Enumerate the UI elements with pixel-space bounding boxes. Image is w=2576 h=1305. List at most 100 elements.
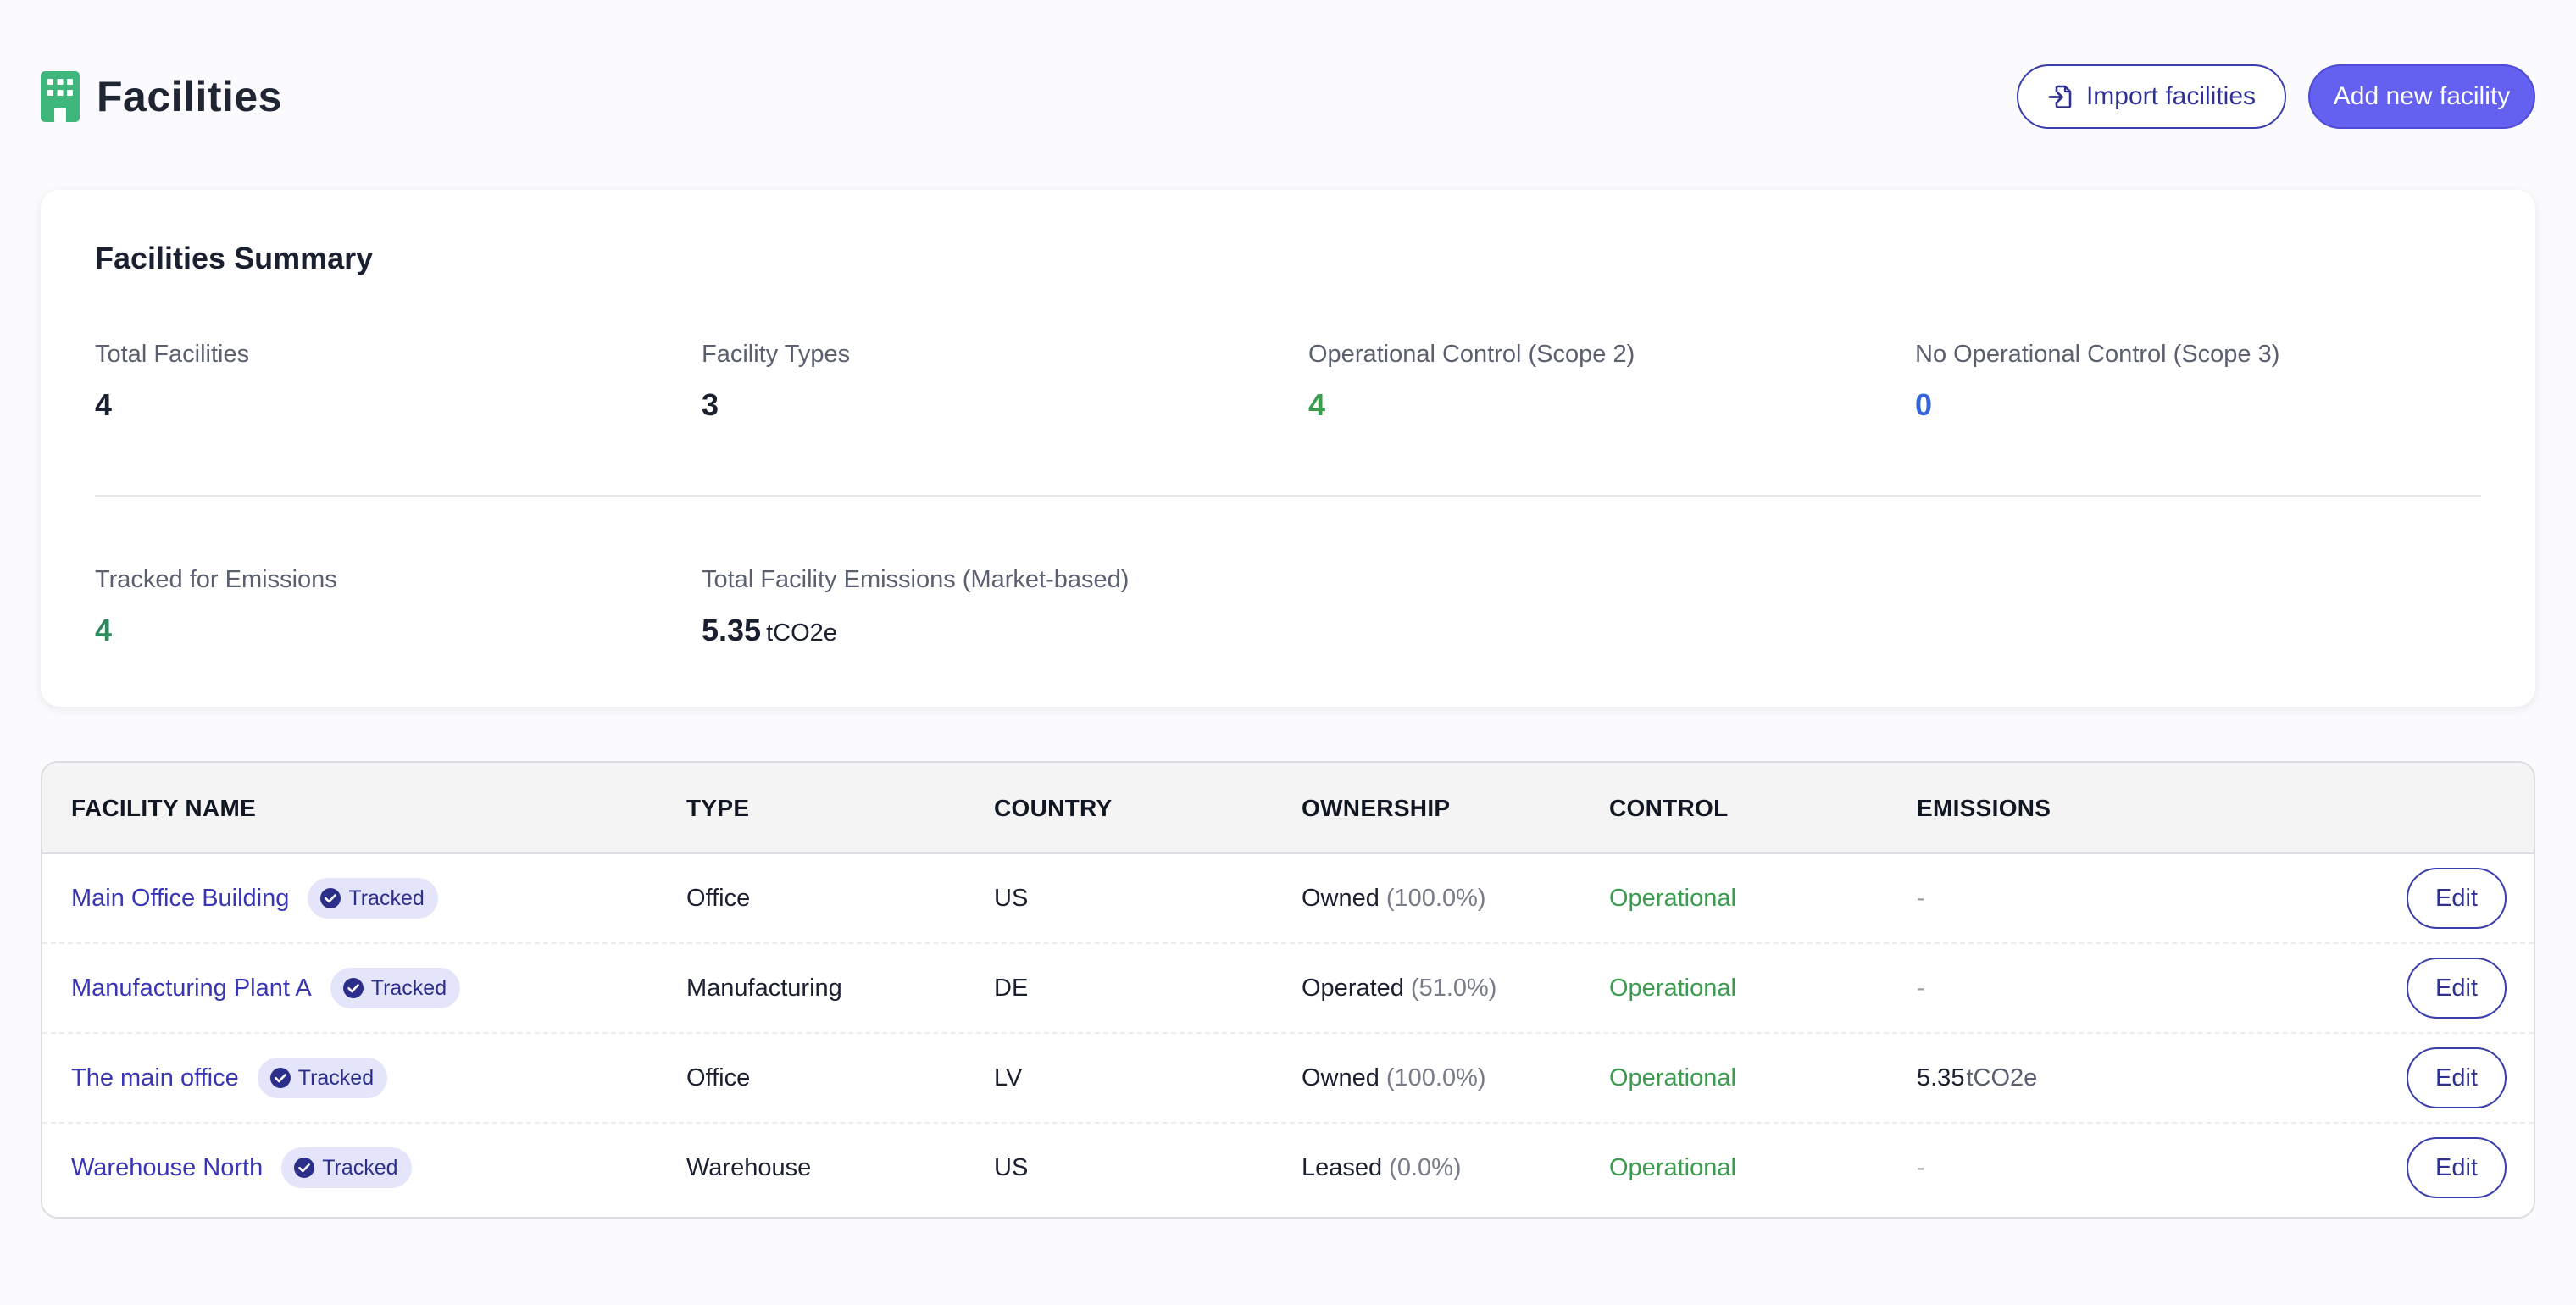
column-header-control[interactable]: CONTROL [1609, 763, 1729, 854]
emissions-value: 5.35 [702, 613, 762, 647]
emissions-value: - [1917, 1153, 1925, 1181]
title-group: Facilities [41, 71, 282, 122]
facility-name-cell: The main office Tracked [71, 1034, 388, 1122]
column-header-emissions[interactable]: EMISSIONS [1917, 763, 2051, 854]
import-facilities-label: Import facilities [2085, 82, 2257, 110]
ownership-percent: (51.0%) [1410, 974, 1497, 1002]
emissions-value: - [1917, 884, 1925, 912]
page-header: Facilities Import facilities Add new fac… [41, 64, 2535, 129]
type-cell: Office [686, 1063, 751, 1091]
import-facilities-button[interactable]: Import facilities [2017, 64, 2286, 129]
tracked-badge-label: Tracked [322, 1155, 398, 1180]
facility-name-link[interactable]: Main Office Building [71, 885, 289, 913]
tracked-badge-label: Tracked [348, 886, 425, 910]
building-icon [41, 71, 80, 122]
control-cell: Operational [1609, 884, 1736, 912]
ownership-percent: (100.0%) [1385, 1063, 1486, 1091]
control-cell: Operational [1609, 1153, 1736, 1181]
column-header-type[interactable]: TYPE [686, 763, 749, 854]
stat-value: 3 [702, 387, 719, 422]
stat-label: Total Facilities [95, 341, 250, 368]
tracked-badge: Tracked [257, 1058, 388, 1098]
facilities-table: FACILITY NAME TYPE COUNTRY OWNERSHIP CON… [41, 761, 2535, 1219]
stat-value: 5.35 tCO2e [702, 613, 1295, 648]
add-new-facility-button[interactable]: Add new facility [2308, 64, 2535, 129]
country-cell: DE [994, 974, 1029, 1002]
tracked-badge: Tracked [330, 968, 461, 1008]
tracked-badge: Tracked [281, 1147, 412, 1188]
stat-label: Operational Control (Scope 2) [1308, 341, 1635, 368]
stat-label: No Operational Control (Scope 3) [1915, 341, 2280, 368]
type-cell: Manufacturing [686, 974, 842, 1002]
column-header-ownership[interactable]: OWNERSHIP [1302, 763, 1450, 854]
facility-name-link[interactable]: The main office [71, 1064, 239, 1092]
stat-value: 4 [95, 613, 113, 647]
facility-name-cell: Warehouse North Tracked [71, 1124, 412, 1212]
facility-name-link[interactable]: Warehouse North [71, 1154, 263, 1182]
emissions-value: 5.35 [1917, 1063, 1965, 1091]
emissions-value: - [1917, 974, 1925, 1002]
stat-label: Facility Types [702, 341, 851, 368]
tracked-badge: Tracked [308, 878, 438, 919]
ownership-type: Owned [1302, 884, 1380, 912]
summary-title: Facilities Summary [95, 241, 374, 275]
ownership-type: Owned [1302, 1063, 1380, 1091]
facility-name-cell: Manufacturing Plant A Tracked [71, 944, 461, 1032]
check-circle-icon [294, 1158, 315, 1178]
edit-button[interactable]: Edit [2407, 1047, 2507, 1108]
emissions-unit: tCO2e [1966, 1063, 2038, 1091]
country-cell: LV [994, 1063, 1023, 1091]
ownership-cell: Operated (51.0%) [1302, 944, 1496, 1032]
stat-value: 0 [1915, 387, 1933, 422]
check-circle-icon [269, 1068, 291, 1088]
tracked-badge-label: Tracked [370, 975, 447, 1000]
table-row: Warehouse North Tracked Warehouse US Lea… [42, 1124, 2534, 1213]
type-cell: Office [686, 884, 751, 912]
column-header-country[interactable]: COUNTRY [994, 763, 1113, 854]
stat-tracked-for-emissions: Tracked for Emissions 4 [95, 566, 688, 648]
facility-name-link[interactable]: Manufacturing Plant A [71, 975, 312, 1002]
edit-button[interactable]: Edit [2407, 1137, 2507, 1198]
emissions-cell: 5.35 tCO2e [1917, 1034, 2037, 1122]
control-cell: Operational [1609, 1063, 1736, 1091]
ownership-percent: (0.0%) [1389, 1153, 1462, 1181]
emissions-cell: - [1917, 854, 1925, 942]
edit-button[interactable]: Edit [2407, 868, 2507, 929]
facilities-summary-card: Facilities Summary Total Facilities 4 Fa… [41, 190, 2535, 707]
edit-button[interactable]: Edit [2407, 958, 2507, 1019]
ownership-type: Leased [1302, 1153, 1383, 1181]
column-header-facility-name[interactable]: FACILITY NAME [71, 763, 256, 854]
emissions-unit: tCO2e [766, 619, 837, 647]
stat-total-facility-emissions: Total Facility Emissions (Market-based) … [702, 566, 1295, 648]
stat-label: Total Facility Emissions (Market-based) [702, 566, 1130, 593]
type-cell: Warehouse [686, 1153, 812, 1181]
summary-divider [95, 495, 2481, 497]
table-row: The main office Tracked Office LV Owned(… [42, 1034, 2534, 1124]
check-circle-icon [342, 978, 364, 998]
stat-no-operational-control: No Operational Control (Scope 3) 0 [1915, 341, 2508, 423]
ownership-cell: Leased (0.0%) [1302, 1124, 1462, 1212]
facilities-page: Facilities Import facilities Add new fac… [0, 0, 2576, 1305]
emissions-cell: - [1917, 1124, 1925, 1212]
country-cell: US [994, 884, 1029, 912]
table-row: Manufacturing Plant A Tracked Manufactur… [42, 944, 2534, 1034]
stat-value: 4 [1308, 387, 1326, 422]
ownership-cell: Owned (100.0%) [1302, 854, 1486, 942]
check-circle-icon [320, 888, 341, 908]
emissions-cell: - [1917, 944, 1925, 1032]
facility-name-cell: Main Office Building Tracked [71, 854, 438, 942]
stat-total-facilities: Total Facilities 4 [95, 341, 688, 423]
ownership-cell: Owned (100.0%) [1302, 1034, 1486, 1122]
file-import-icon [2048, 85, 2072, 108]
header-actions: Import facilities Add new facility [2017, 64, 2535, 129]
table-row: Main Office Building Tracked Office US O… [42, 854, 2534, 944]
ownership-type: Operated [1302, 974, 1404, 1002]
control-cell: Operational [1609, 974, 1736, 1002]
add-new-facility-label: Add new facility [2333, 82, 2511, 110]
tracked-badge-label: Tracked [297, 1065, 375, 1090]
table-header: FACILITY NAME TYPE COUNTRY OWNERSHIP CON… [42, 763, 2534, 854]
page-title: Facilities [97, 73, 282, 120]
stat-value: 4 [95, 387, 113, 422]
ownership-percent: (100.0%) [1385, 884, 1486, 912]
stat-facility-types: Facility Types 3 [702, 341, 1295, 423]
